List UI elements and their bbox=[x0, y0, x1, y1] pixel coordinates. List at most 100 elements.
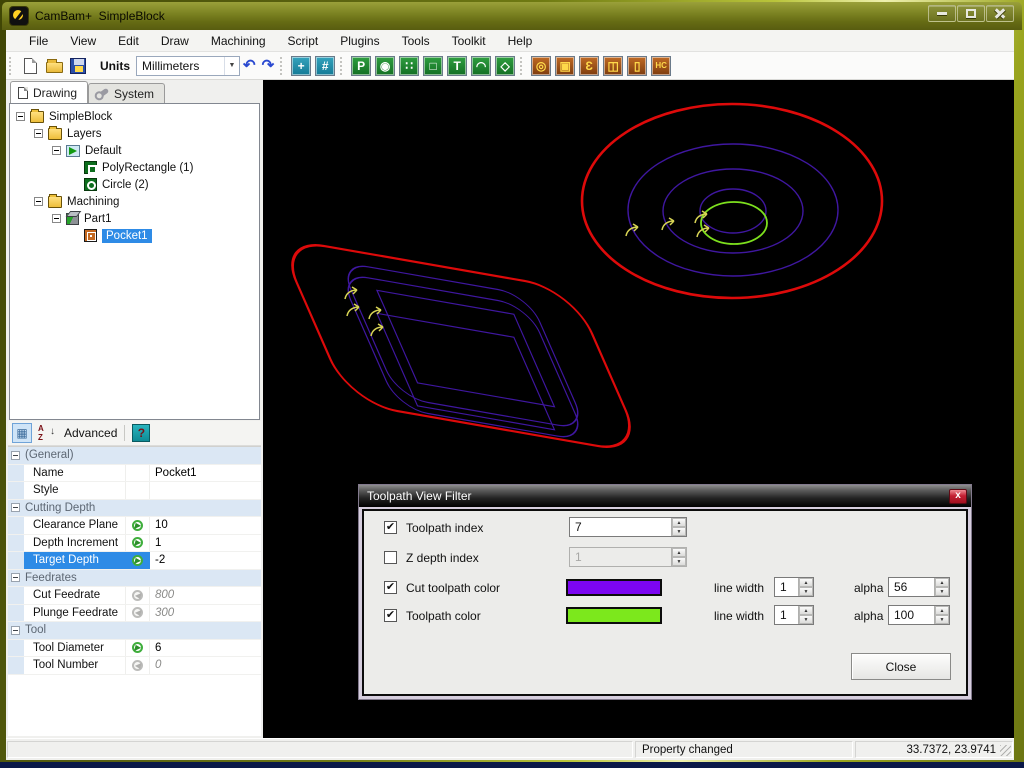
menu-help[interactable]: Help bbox=[497, 31, 544, 51]
tab-drawing[interactable]: Drawing bbox=[10, 81, 88, 103]
property-value[interactable]: Pocket1 bbox=[150, 467, 261, 479]
property-row-depth-increment[interactable]: Depth Increment▶1 bbox=[8, 535, 261, 553]
minimize-button[interactable] bbox=[928, 5, 956, 22]
rectangle-icon[interactable]: □ bbox=[423, 56, 443, 76]
property-row-cut-feedrate[interactable]: Cut Feedrate◀800 bbox=[8, 587, 261, 605]
tree-item-polyrectangle[interactable]: PolyRectangle (1) bbox=[10, 159, 259, 176]
menu-edit[interactable]: Edit bbox=[107, 31, 150, 51]
tree-item-default-layer[interactable]: Default bbox=[10, 142, 259, 159]
z-depth-index-checkbox[interactable] bbox=[384, 551, 397, 564]
collapse-icon[interactable] bbox=[52, 214, 61, 223]
category-feedrates[interactable]: Feedrates bbox=[8, 570, 261, 588]
property-row-tool-number[interactable]: Tool Number◀0 bbox=[8, 657, 261, 675]
spinner-arrows-icon[interactable] bbox=[671, 518, 686, 536]
alpha-spinner[interactable]: 100 bbox=[888, 605, 950, 625]
tree-item-machining[interactable]: Machining bbox=[10, 193, 259, 210]
toolbar-grip[interactable] bbox=[520, 57, 525, 75]
property-value[interactable]: 800 bbox=[150, 589, 261, 601]
advanced-button[interactable]: Advanced bbox=[64, 426, 117, 440]
new-file-button[interactable] bbox=[20, 56, 40, 76]
gcode-op-icon[interactable]: HC bbox=[651, 56, 671, 76]
tree-item-part1[interactable]: Part1 bbox=[10, 210, 259, 227]
property-value[interactable]: 6 bbox=[150, 642, 261, 654]
circle-toolpath-group[interactable] bbox=[582, 104, 882, 298]
collapse-icon[interactable] bbox=[34, 129, 43, 138]
collapse-icon[interactable] bbox=[11, 451, 20, 460]
category-general[interactable]: (General) bbox=[8, 447, 261, 465]
menu-toolkit[interactable]: Toolkit bbox=[441, 31, 497, 51]
property-row-name[interactable]: NamePocket1 bbox=[8, 465, 261, 483]
menu-tools[interactable]: Tools bbox=[391, 31, 441, 51]
tree-item-circle[interactable]: Circle (2) bbox=[10, 176, 259, 193]
line-width-spinner[interactable]: 1 bbox=[774, 605, 814, 625]
spinner-arrows-icon[interactable] bbox=[934, 578, 949, 596]
toolpath-color-swatch[interactable] bbox=[566, 607, 662, 624]
toolpath-color-checkbox[interactable]: ✔ bbox=[384, 609, 397, 622]
category-cutting-depth[interactable]: Cutting Depth bbox=[8, 500, 261, 518]
units-combo[interactable]: Millimeters bbox=[136, 56, 240, 76]
collapse-icon[interactable] bbox=[34, 197, 43, 206]
property-value[interactable]: 300 bbox=[150, 607, 261, 619]
pocket-op-icon[interactable]: ▣ bbox=[555, 56, 575, 76]
spinner-arrows-icon[interactable] bbox=[798, 578, 813, 596]
property-value[interactable]: 1 bbox=[150, 537, 261, 549]
cut-toolpath-color-swatch[interactable] bbox=[566, 579, 662, 596]
collapse-icon[interactable] bbox=[52, 146, 61, 155]
engrave-op-icon[interactable]: Ɛ bbox=[579, 56, 599, 76]
titlebar[interactable]: CamBam+ SimpleBlock bbox=[2, 2, 1022, 30]
property-value[interactable]: 0 bbox=[150, 659, 261, 671]
chevron-down-icon[interactable] bbox=[224, 57, 239, 75]
drill-op-icon[interactable]: ◫ bbox=[603, 56, 623, 76]
resize-grip[interactable] bbox=[1000, 745, 1011, 756]
spinner-arrows-icon[interactable] bbox=[798, 606, 813, 624]
menu-machining[interactable]: Machining bbox=[200, 31, 277, 51]
menu-draw[interactable]: Draw bbox=[150, 31, 200, 51]
menu-plugins[interactable]: Plugins bbox=[329, 31, 390, 51]
rectangle-toolpath-group[interactable] bbox=[277, 238, 645, 454]
menu-file[interactable]: File bbox=[18, 31, 59, 51]
arc-icon[interactable]: ◠ bbox=[471, 56, 491, 76]
property-row-style[interactable]: Style bbox=[8, 482, 261, 500]
menu-view[interactable]: View bbox=[59, 31, 107, 51]
open-file-button[interactable] bbox=[44, 56, 64, 76]
axes-icon[interactable]: + bbox=[291, 56, 311, 76]
toolbar-grip[interactable] bbox=[280, 57, 285, 75]
circle-draw-icon[interactable]: ◉ bbox=[375, 56, 395, 76]
profile-op-icon[interactable]: ◎ bbox=[531, 56, 551, 76]
tree-item-layers[interactable]: Layers bbox=[10, 125, 259, 142]
tree-item-pocket1[interactable]: Pocket1 bbox=[10, 227, 259, 244]
property-row-tool-diameter[interactable]: Tool Diameter▶6 bbox=[8, 640, 261, 658]
close-button[interactable] bbox=[986, 5, 1014, 22]
property-value[interactable]: 10 bbox=[150, 519, 261, 531]
collapse-icon[interactable] bbox=[11, 626, 20, 635]
collapse-icon[interactable] bbox=[16, 112, 25, 121]
category-tool[interactable]: Tool bbox=[8, 622, 261, 640]
cut-alpha-spinner[interactable]: 56 bbox=[888, 577, 950, 597]
toolpath-index-checkbox[interactable]: ✔ bbox=[384, 521, 397, 534]
surface-icon[interactable]: ◇ bbox=[495, 56, 515, 76]
collapse-icon[interactable] bbox=[11, 573, 20, 582]
property-row-plunge-feedrate[interactable]: Plunge Feedrate◀300 bbox=[8, 605, 261, 623]
alphabetical-sort-button[interactable]: A Z ↓ bbox=[36, 423, 56, 443]
text-icon[interactable]: T bbox=[447, 56, 467, 76]
toolbar-grip[interactable] bbox=[9, 57, 14, 75]
redo-button[interactable]: ↷ bbox=[262, 57, 275, 75]
dialog-close-action-button[interactable]: Close bbox=[851, 653, 951, 680]
dialog-titlebar[interactable]: Toolpath View Filter x bbox=[359, 485, 971, 507]
property-row-target-depth[interactable]: Target Depth▶-2 bbox=[8, 552, 261, 570]
spinner-arrows-icon[interactable] bbox=[934, 606, 949, 624]
points-icon[interactable]: ∷ bbox=[399, 56, 419, 76]
cut-line-width-spinner[interactable]: 1 bbox=[774, 577, 814, 597]
collapse-icon[interactable] bbox=[11, 503, 20, 512]
toolpath-index-spinner[interactable]: 7 bbox=[569, 517, 687, 537]
property-row-clearance-plane[interactable]: Clearance Plane▶10 bbox=[8, 517, 261, 535]
cut-toolpath-color-checkbox[interactable]: ✔ bbox=[384, 581, 397, 594]
toolbar-grip[interactable] bbox=[340, 57, 345, 75]
menu-script[interactable]: Script bbox=[277, 31, 330, 51]
help-button[interactable]: ? bbox=[132, 424, 150, 442]
property-value[interactable]: -2 bbox=[150, 554, 261, 566]
profile3d-op-icon[interactable]: ▯ bbox=[627, 56, 647, 76]
tree-item-simpleblock[interactable]: SimpleBlock bbox=[10, 108, 259, 125]
polyline-icon[interactable]: P bbox=[351, 56, 371, 76]
maximize-button[interactable] bbox=[957, 5, 985, 22]
